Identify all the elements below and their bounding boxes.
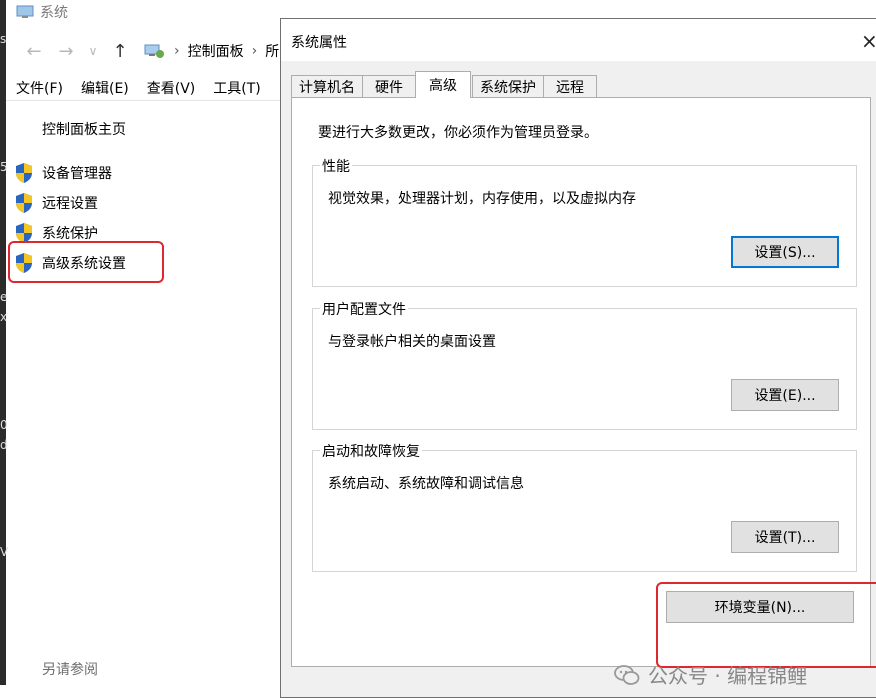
control-panel-icon (144, 44, 164, 58)
fragment-text: e (0, 290, 8, 304)
close-button[interactable]: × (861, 29, 876, 53)
group-label: 启动和故障恢复 (320, 441, 422, 461)
highlight-box-advanced-settings (8, 241, 164, 283)
group-user-profiles: 用户配置文件 与登录帐户相关的桌面设置 设置(E)... (312, 299, 857, 430)
breadcrumb-partial[interactable]: 所 (265, 41, 279, 61)
dialog-title: 系统属性 (291, 35, 347, 51)
sidebar-item-remote-settings[interactable]: 远程设置 (14, 191, 98, 215)
group-description: 系统启动、系统故障和调试信息 (328, 476, 524, 492)
fragment-text: 5 (0, 160, 8, 174)
tab-system-protection[interactable]: 系统保护 (472, 75, 544, 97)
up-button[interactable]: ↑ (104, 41, 136, 62)
highlight-box-environment-variables (656, 582, 876, 668)
group-description: 视觉效果，处理器计划，内存使用，以及虚拟内存 (328, 191, 636, 207)
sidebar-item-label: 设备管理器 (42, 166, 112, 182)
group-description: 与登录帐户相关的桌面设置 (328, 334, 496, 350)
system-monitor-icon (16, 5, 34, 18)
menu-tools[interactable]: 工具(T) (213, 78, 260, 98)
recent-locations-button[interactable]: ∨ (82, 44, 104, 58)
close-icon: × (861, 29, 876, 53)
chevron-right-icon: › (251, 43, 258, 59)
background-window-edge: s 5 e x 0 d V (0, 0, 9, 685)
breadcrumb-control-panel[interactable]: 控制面板 (188, 41, 244, 61)
system-properties-dialog: 系统属性 × 计算机名 硬件 高级 系统保护 远程 要进行大多数更改，你必须作为… (280, 18, 876, 698)
back-button[interactable]: ← (18, 41, 50, 62)
menu-edit[interactable]: 编辑(E) (81, 78, 129, 98)
fragment-text: x (0, 310, 8, 324)
performance-settings-button[interactable]: 设置(S)... (731, 236, 839, 268)
group-startup-recovery: 启动和故障恢复 系统启动、系统故障和调试信息 设置(T)... (312, 441, 857, 572)
fragment-text: 0 (0, 418, 8, 432)
startup-recovery-settings-button[interactable]: 设置(T)... (731, 521, 839, 553)
chevron-right-icon: › (174, 43, 180, 59)
uac-shield-icon (16, 163, 32, 183)
uac-shield-icon (16, 193, 32, 213)
control-panel-home-link[interactable]: 控制面板主页 (42, 119, 126, 139)
user-profiles-settings-button[interactable]: 设置(E)... (731, 379, 839, 411)
window-title: 系统 (16, 2, 68, 22)
admin-note: 要进行大多数更改，你必须作为管理员登录。 (318, 125, 598, 141)
forward-button[interactable]: → (50, 41, 82, 62)
wechat-icon (614, 664, 640, 685)
group-label: 性能 (320, 156, 352, 176)
group-label: 用户配置文件 (320, 299, 408, 319)
menu-view[interactable]: 查看(V) (147, 78, 196, 98)
dialog-title-bar[interactable]: 系统属性 × (281, 19, 876, 61)
navigation-bar: ← → ∨ ↑ › 控制面板 › 所 (18, 38, 279, 64)
menu-bar: 文件(F) 编辑(E) 查看(V) 工具(T) (16, 78, 279, 98)
sidebar-item-label: 系统保护 (42, 226, 98, 242)
arrow-left-icon: ← (26, 40, 42, 62)
arrow-up-icon: ↑ (112, 40, 128, 62)
fragment-text: s (0, 32, 7, 46)
fragment-text: d (0, 438, 8, 452)
group-performance: 性能 视觉效果，处理器计划，内存使用，以及虚拟内存 设置(S)... (312, 156, 857, 287)
tab-advanced[interactable]: 高级 (415, 71, 471, 98)
see-also-heading: 另请参阅 (42, 662, 98, 678)
tab-hardware[interactable]: 硬件 (362, 75, 416, 97)
arrow-right-icon: → (58, 40, 74, 62)
divider (0, 100, 280, 101)
address-bar[interactable]: › 控制面板 › 所 (144, 41, 279, 61)
sidebar-item-label: 远程设置 (42, 196, 98, 212)
sidebar-item-device-manager[interactable]: 设备管理器 (14, 161, 112, 185)
fragment-text: V (0, 545, 9, 559)
tab-computer-name[interactable]: 计算机名 (291, 75, 363, 97)
chevron-down-icon: ∨ (88, 44, 98, 58)
menu-file[interactable]: 文件(F) (16, 78, 63, 98)
tab-remote[interactable]: 远程 (543, 75, 597, 97)
system-window: 系统 ← → ∨ ↑ › 控制面板 › 所 文件(F) 编辑(E) 查看(V) … (0, 0, 285, 685)
